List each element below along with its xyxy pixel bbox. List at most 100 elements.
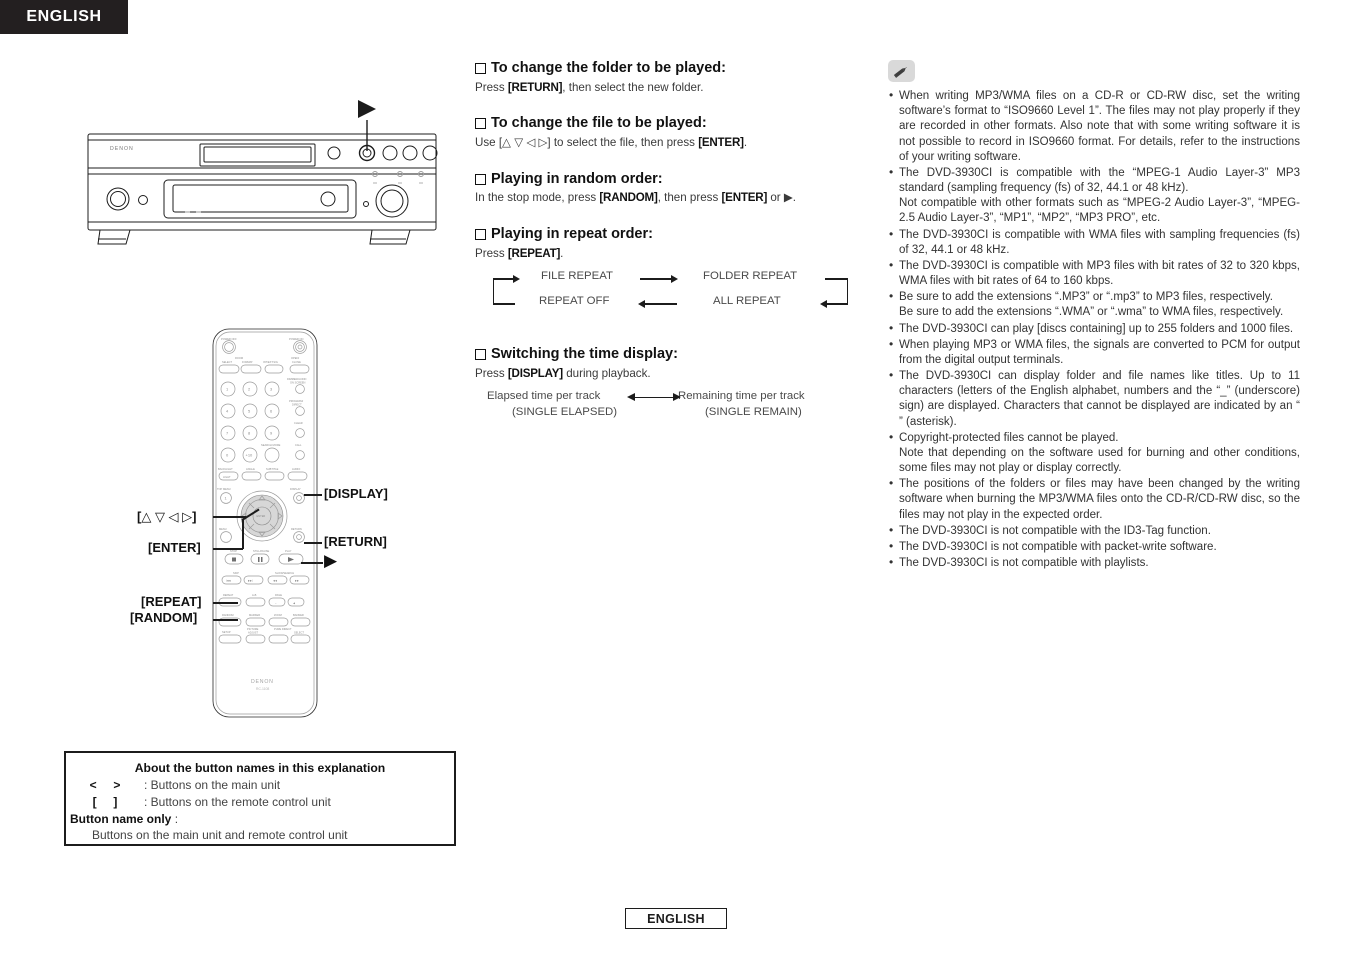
language-tab-header: ENGLISH [0,0,128,34]
section-heading: To change the file to be played: [475,115,870,132]
section-time-display: Switching the time display: Press [DISPL… [475,346,870,431]
bullet-square-icon [475,349,486,361]
svg-text:MARKER: MARKER [249,613,260,617]
flow-left-bottom [493,303,515,305]
svg-text:AUDIO: AUDIO [292,467,300,471]
note-item: The DVD-3930CI is not compatible with pl… [888,555,1300,571]
section-heading: Playing in random order: [475,171,870,188]
legend-last-line: Buttons on the main unit and remote cont… [92,828,348,842]
note-text: The DVD-3930CI is not compatible with th… [899,524,1211,537]
leader-repeat [213,602,238,604]
note-text: The DVD-3930CI is compatible with the “M… [899,166,1300,195]
body-bold: [RETURN] [507,80,563,94]
play-arrow-icon [358,100,376,118]
flow-arrow-into-file [513,274,520,283]
svg-text:PURE DIRECT: PURE DIRECT [274,627,292,631]
leader-cursor [213,516,246,518]
svg-text:0: 0 [226,453,229,458]
flow-label-all-repeat: ALL REPEAT [713,295,781,308]
dvd-player-unit-illustration: DENON [87,100,438,245]
svg-text:SKIP: SKIP [233,571,239,575]
svg-text:BACKLIGHT: BACKLIGHT [218,467,233,471]
note-item: The DVD-3930CI is compatible with MP3 fi… [888,258,1300,289]
svg-text:SETUP: SETUP [222,630,231,634]
time-flow-remaining-sub: (SINGLE REMAIN) [705,405,802,418]
svg-text:▶▶|: ▶▶| [248,579,253,583]
leader-display [304,494,322,496]
note-continuation: Not compatible with other formats such a… [899,197,1300,225]
body-post: , then select the new folder. [562,80,704,94]
bullet-square-icon [475,228,486,240]
svg-text:6: 6 [270,409,273,414]
body-bold: [RANDOM] [599,191,658,205]
svg-text:ADJUST: ADJUST [248,631,259,635]
note-item: The DVD-3930CI can display folder and fi… [888,368,1300,430]
flow-label-folder-repeat: FOLDER REPEAT [703,270,798,283]
svg-text:REPEAT: REPEAT [223,593,234,597]
svg-text:TOP MENU: TOP MENU [217,487,231,491]
middle-column: To change the folder to be played: Press… [475,60,870,452]
body-bold2: [ENTER] [721,191,768,205]
svg-text:8: 8 [248,431,251,436]
section-heading-text: To change the folder to be played: [491,60,726,76]
note-item: When writing MP3/WMA files on a CD-R or … [888,88,1300,165]
section-heading-text: Switching the time display: [491,346,678,363]
legend-row-text: : Buttons on the main unit [144,778,281,792]
callout-cursor-keys: [△ ▽ ◁ ▷] [137,509,197,524]
callout-enter: [ENTER] [148,540,201,555]
leader-enter-v [242,520,244,549]
body-pre: Press [475,246,508,260]
svg-text:DISPLAY: DISPLAY [290,487,301,491]
flow-mid-top-line [640,278,672,280]
flow-right-vert [847,278,849,305]
legend-row-text: : Buttons on the remote control unit [144,795,331,809]
language-tab-footer-label: ENGLISH [647,911,705,926]
svg-text:PAGE: PAGE [275,593,282,597]
svg-text:SLOW/SEARCH: SLOW/SEARCH [275,571,294,575]
callout-play-arrow: ▶ [324,551,338,570]
note-item: When playing MP3 or WMA files, the signa… [888,337,1300,368]
section-heading: To change the folder to be played: [475,60,870,77]
svg-text:SELECT: SELECT [222,360,233,364]
language-tab-header-label: ENGLISH [26,8,102,25]
body-bold: [REPEAT] [507,246,561,260]
notes-column: When writing MP3/WMA files on a CD-R or … [888,60,1300,572]
note-text: Be sure to add the extensions “.MP3” or … [899,291,1273,304]
note-item: Copyright-protected files cannot be play… [888,430,1300,477]
svg-text:BANNER: BANNER [293,613,304,617]
note-text: When writing MP3/WMA files on a CD-R or … [899,90,1300,163]
section-body: Press [RETURN], then select the new fold… [475,80,870,96]
time-flow-arrow-left [627,393,635,402]
svg-text:+10: +10 [246,453,254,458]
leader-return [304,542,322,544]
note-text: The DVD-3930CI is not compatible with pa… [899,540,1217,553]
section-heading-text: Playing in random order: [491,170,663,187]
legend-symbol-left: < [89,778,97,792]
section-heading: Switching the time display: [475,346,870,363]
body-pre: In the stop mode, press [475,191,600,205]
section-heading: Playing in repeat order: [475,226,870,243]
note-continuation: Be sure to add the extensions “.WMA” or … [899,306,1284,319]
flow-left-top [493,278,515,280]
section-body: In the stop mode, press [RANDOM], then p… [475,190,870,206]
notes-list: When writing MP3/WMA files on a CD-R or … [888,88,1300,571]
language-tab-footer: ENGLISH [625,908,727,929]
note-text: The DVD-3930CI can play [discs containin… [899,322,1294,335]
flow-mid-bottom-line [645,303,677,305]
svg-text:RC-1108: RC-1108 [256,687,269,691]
svg-text:RANDOM: RANDOM [222,613,234,617]
legend-symbol-left: [ [92,795,97,809]
note-item: The DVD-3930CI is not compatible with th… [888,523,1300,539]
svg-text:DIRECT: DIRECT [292,403,302,407]
svg-text:STILL/PAUSE: STILL/PAUSE [253,549,270,553]
section-body: Press [DISPLAY] during playback. [475,366,870,382]
svg-text:ENTER: ENTER [257,514,266,518]
svg-text:9: 9 [270,431,273,436]
flow-right-top [825,278,848,280]
svg-text:PROGRAM/: PROGRAM/ [289,399,303,403]
pencil-note-icon [888,60,915,82]
body-post: during playback. [562,366,651,380]
section-body: Use [△ ▽ ◁ ▷] to select the file, then p… [475,135,870,151]
svg-text:SELECT: SELECT [294,631,305,635]
note-item: The positions of the folders or files ma… [888,476,1300,523]
